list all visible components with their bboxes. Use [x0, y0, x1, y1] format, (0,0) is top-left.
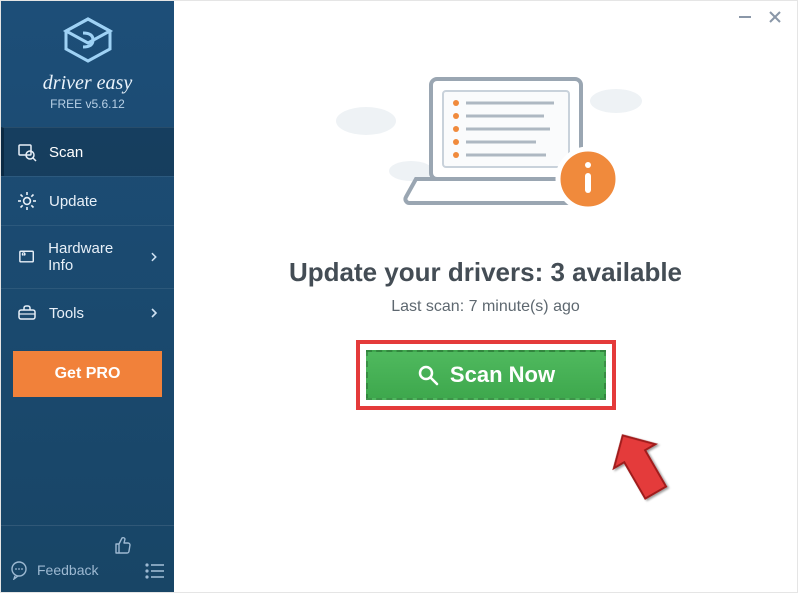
sidebar-item-label: Update — [49, 193, 97, 210]
toolbox-icon — [17, 303, 37, 323]
version-label: FREE v5.6.12 — [1, 97, 174, 111]
magnifier-icon — [416, 363, 440, 387]
scan-icon — [17, 142, 37, 162]
sidebar-item-tools[interactable]: Tools — [1, 288, 174, 337]
sidebar-item-scan[interactable]: Scan — [1, 127, 174, 176]
sidebar-item-label: Tools — [49, 305, 84, 322]
main-heading: Update your drivers: 3 available — [289, 257, 682, 288]
tutorial-arrow-icon — [604, 421, 694, 521]
hardware-icon: 1 — [17, 247, 36, 267]
sidebar-item-hardware[interactable]: 1 Hardware Info — [1, 225, 174, 288]
laptop-illustration — [316, 61, 656, 231]
scan-now-label: Scan Now — [450, 362, 555, 388]
sidebar-item-label: Scan — [49, 144, 83, 161]
scan-now-button[interactable]: Scan Now — [366, 350, 606, 400]
app-logo-icon — [62, 17, 114, 63]
get-pro-button[interactable]: Get PRO — [13, 351, 162, 397]
feedback-link[interactable]: Feedback — [9, 560, 98, 580]
sidebar: driver easy FREE v5.6.12 Scan — [1, 1, 174, 592]
thumbs-up-icon[interactable] — [112, 534, 134, 556]
speech-icon — [9, 560, 29, 580]
chevron-right-icon — [150, 251, 158, 263]
feedback-label: Feedback — [37, 562, 98, 578]
svg-text:1: 1 — [22, 252, 25, 258]
nav: Scan Update 1 — [1, 127, 174, 337]
main-panel: Update your drivers: 3 available Last sc… — [174, 1, 797, 592]
tutorial-highlight: Scan Now — [356, 340, 616, 410]
logo-block: driver easy FREE v5.6.12 — [1, 1, 174, 121]
last-scan-label: Last scan: 7 minute(s) ago — [391, 298, 580, 316]
chevron-right-icon — [150, 307, 158, 319]
list-icon[interactable] — [144, 562, 166, 580]
brand-name: driver easy — [1, 72, 174, 95]
sidebar-item-update[interactable]: Update — [1, 176, 174, 225]
sidebar-item-label: Hardware Info — [48, 240, 138, 274]
gear-icon — [17, 191, 37, 211]
